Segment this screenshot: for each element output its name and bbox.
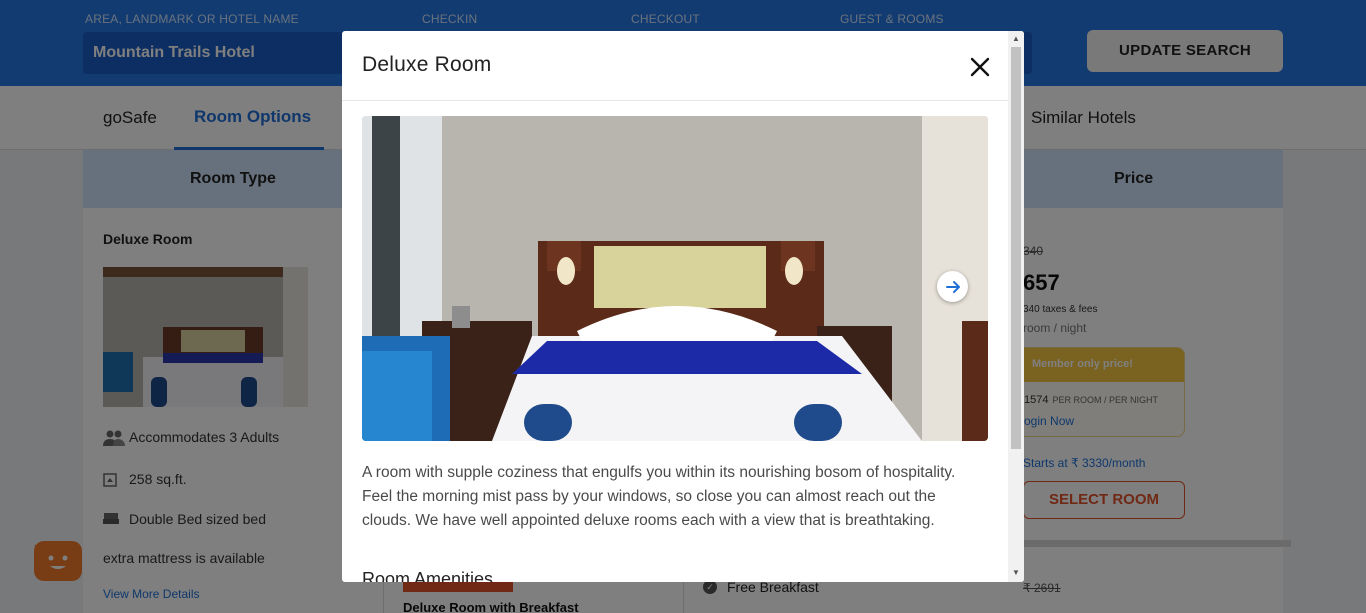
room-photo [362, 116, 988, 441]
room-amenities-heading: Room Amenities [362, 569, 494, 582]
close-icon [970, 57, 990, 77]
scroll-thumb[interactable] [1011, 47, 1021, 449]
room-details-modal: Deluxe Room A room with supple coziness … [342, 31, 1024, 582]
scroll-up-icon[interactable]: ▲ [1012, 34, 1020, 43]
close-button[interactable] [966, 53, 994, 81]
next-image-button[interactable] [937, 271, 968, 302]
modal-divider [342, 100, 1008, 101]
scroll-down-icon[interactable]: ▼ [1012, 568, 1020, 577]
modal-title: Deluxe Room [362, 53, 492, 76]
arrow-right-icon [945, 280, 960, 293]
room-description: A room with supple coziness that engulfs… [362, 464, 956, 529]
modal-scrollbar[interactable]: ▲ ▼ [1008, 31, 1024, 582]
